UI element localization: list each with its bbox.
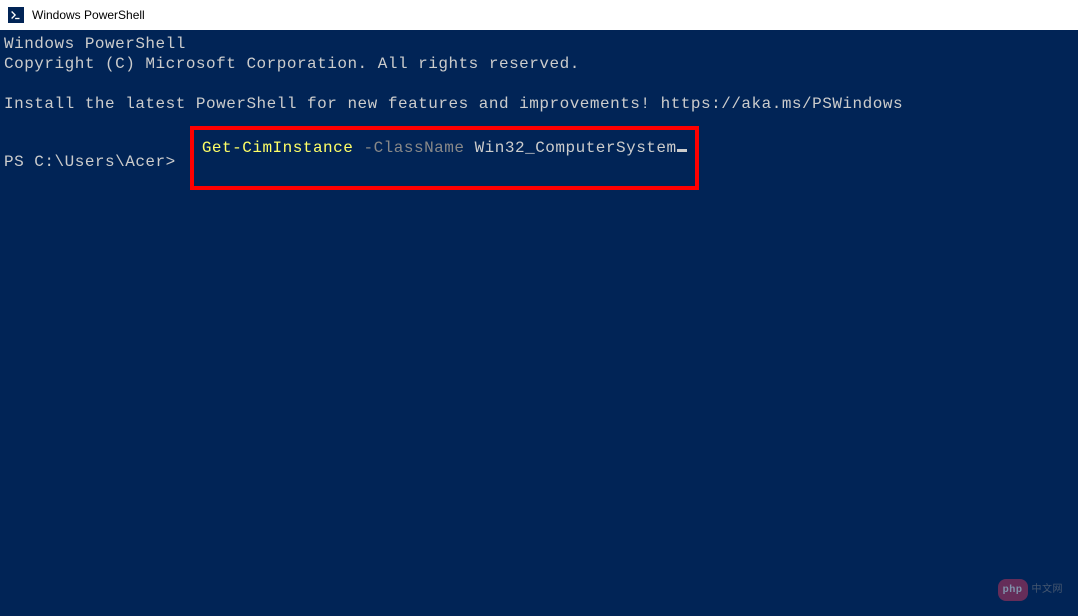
terminal-cursor [677, 149, 687, 152]
terminal-output-line: Copyright (C) Microsoft Corporation. All… [4, 54, 1078, 74]
terminal-output-line: Install the latest PowerShell for new fe… [4, 94, 1078, 114]
command-highlight-box: Get-CimInstance -ClassName Win32_Compute… [190, 126, 699, 190]
prompt-line: PS C:\Users\Acer> Get-CimInstance -Class… [4, 134, 1078, 190]
watermark-text: 中文网 [1032, 580, 1064, 600]
window-title-bar: Windows PowerShell [0, 0, 1078, 30]
prompt-text: PS C:\Users\Acer> [4, 152, 186, 172]
terminal-area[interactable]: Windows PowerShell Copyright (C) Microso… [0, 30, 1078, 616]
command-parameter: -ClassName [353, 138, 474, 158]
watermark: php 中文网 [998, 579, 1063, 601]
terminal-output-line: Windows PowerShell [4, 34, 1078, 54]
command-cmdlet: Get-CimInstance [202, 138, 354, 158]
window-title: Windows PowerShell [32, 8, 145, 22]
command-argument: Win32_ComputerSystem [475, 138, 677, 158]
powershell-icon [8, 7, 24, 23]
watermark-badge: php [998, 579, 1028, 601]
blank-line [4, 74, 1078, 94]
